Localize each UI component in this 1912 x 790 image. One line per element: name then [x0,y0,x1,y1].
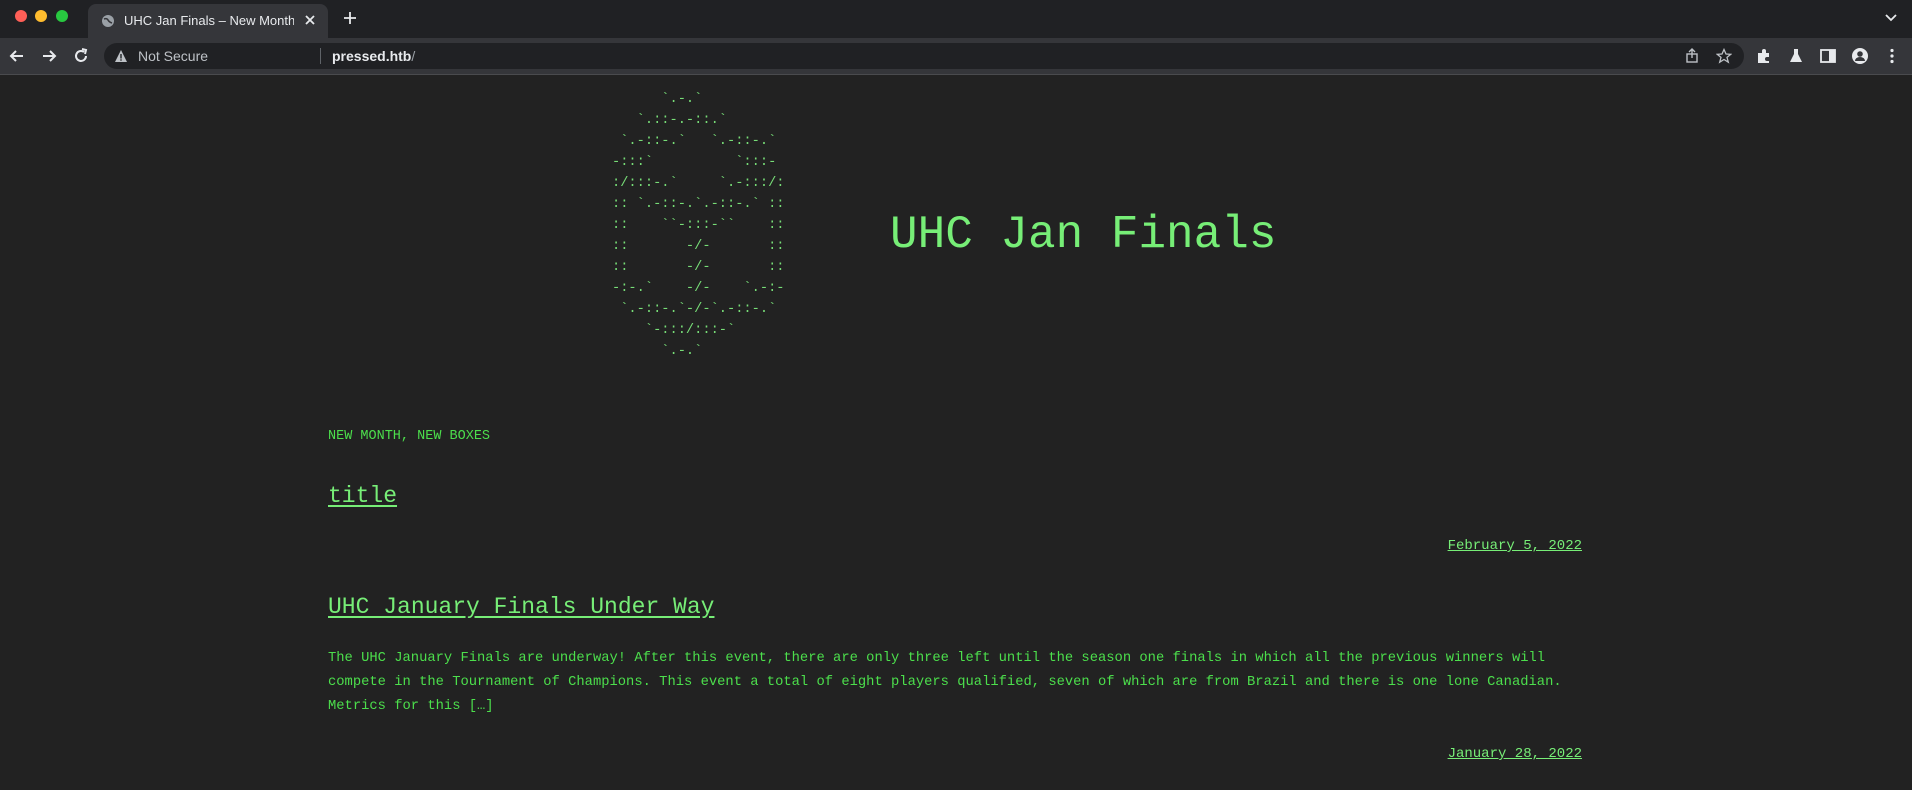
bookmark-star-icon[interactable] [1716,48,1732,64]
post-title-link[interactable]: UHC January Finals Under Way [328,594,714,620]
minimize-window-button[interactable] [35,10,47,22]
page-content: `.-.` `.::-.-::.` `.-::-.` `.-::-.` -:::… [0,75,1912,790]
address-bar[interactable]: Not Secure pressed.htb/ [104,43,1744,69]
tab-search-chevron-icon[interactable] [1884,12,1898,24]
post-excerpt: The UHC January Finals are underway! Aft… [328,651,1562,714]
close-window-button[interactable] [15,10,27,22]
reload-icon[interactable] [71,46,91,66]
tab-title: UHC Jan Finals – New Month, New Boxes [124,13,294,28]
maximize-window-button[interactable] [56,10,68,22]
warning-triangle-icon[interactable] [114,49,128,63]
site-tagline: NEW MONTH, NEW BOXES [328,429,491,444]
new-tab-icon[interactable] [342,10,358,26]
post-title-link[interactable]: title [328,483,397,509]
globe-icon [102,15,114,27]
url-path: / [411,48,416,64]
profile-avatar-icon[interactable] [1851,47,1869,65]
url-host: pressed.htb [332,48,412,64]
url-text[interactable]: pressed.htb/ [332,48,415,64]
forward-arrow-icon[interactable] [39,46,59,66]
back-arrow-icon[interactable] [7,46,27,66]
browser-tab-active[interactable]: UHC Jan Finals – New Month, New Boxes [88,4,328,38]
site-title: UHC Jan Finals [890,209,1277,261]
close-tab-icon[interactable] [302,12,318,28]
share-icon[interactable] [1684,48,1700,64]
extensions-puzzle-icon[interactable] [1755,47,1773,65]
address-separator [320,48,321,64]
side-panel-icon[interactable] [1819,47,1837,65]
labs-flask-icon[interactable] [1787,47,1805,65]
browser-toolbar: Not Secure pressed.htb/ [0,38,1912,75]
browser-tab-bar: UHC Jan Finals – New Month, New Boxes [0,0,1912,38]
security-status-label[interactable]: Not Secure [138,48,208,64]
more-menu-icon[interactable] [1883,47,1901,65]
post-date-link[interactable]: January 28, 2022 [1448,746,1582,762]
post-date-link[interactable]: February 5, 2022 [1448,538,1582,554]
ascii-art-logo: `.-.` `.::-.-::.` `.-::-.` `.-::-.` -:::… [612,92,785,359]
